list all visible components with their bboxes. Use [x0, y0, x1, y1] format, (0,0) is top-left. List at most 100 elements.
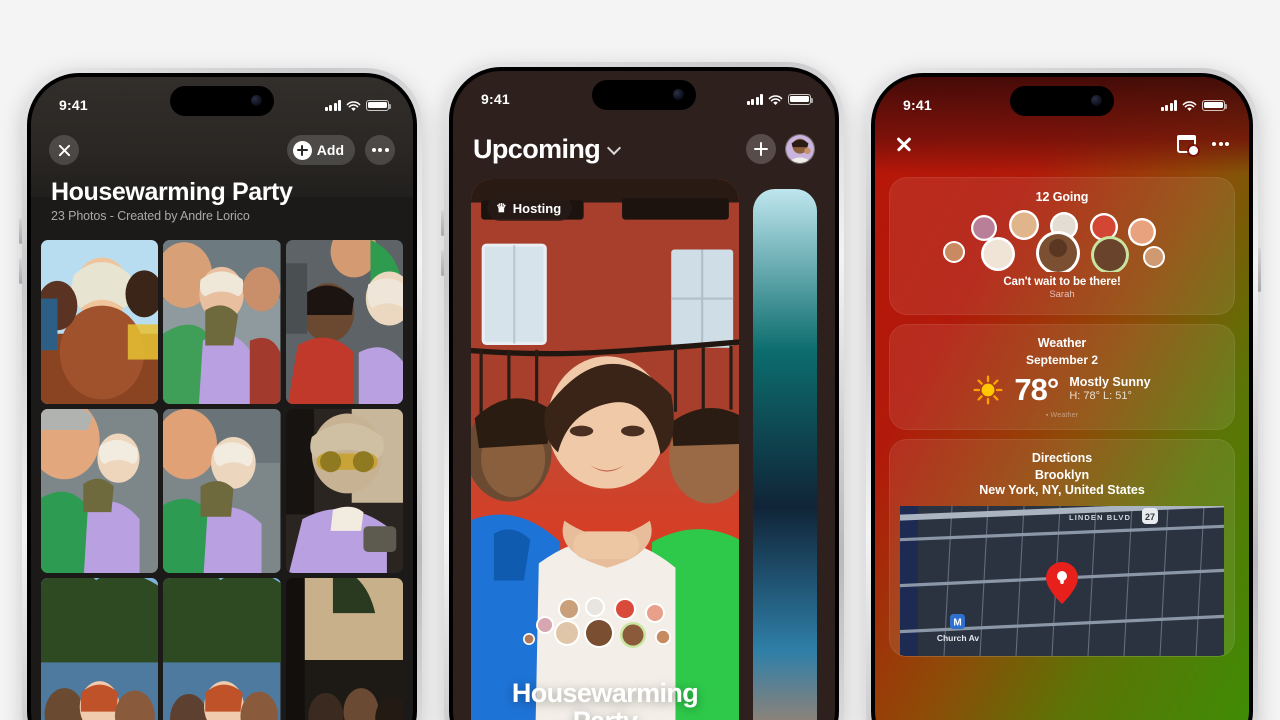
battery-icon [1202, 99, 1227, 111]
map-transit-label: Church Av [937, 633, 980, 643]
front-camera-icon [673, 89, 684, 100]
weather-heading: Weather [1037, 336, 1087, 350]
close-button[interactable] [49, 135, 79, 165]
phone-right-event-detail: 9:41 12 Going Can't wait to be there! Sa… [866, 68, 1261, 720]
add-photos-button[interactable]: Add [286, 135, 355, 165]
svg-text:M: M [953, 618, 961, 629]
dynamic-island [170, 86, 274, 116]
create-event-button[interactable] [746, 134, 776, 164]
event-card-next-preview[interactable] [753, 189, 817, 720]
phone-left-bezel: 9:41 Add Housewarming Party 23 Photos - … [27, 73, 417, 720]
sun-icon [973, 374, 1003, 405]
status-time: 9:41 [481, 91, 510, 107]
front-camera-icon [1091, 95, 1102, 106]
power-button[interactable] [1258, 248, 1261, 292]
hosting-badge: ♛ Hosting [487, 195, 573, 221]
album-photo-grid[interactable] [41, 240, 403, 720]
going-message: Can't wait to be there! [1003, 276, 1121, 288]
photo-thumbnail[interactable] [163, 409, 281, 573]
battery-icon [788, 93, 813, 105]
hosting-label: Hosting [512, 200, 562, 216]
signal-bars-icon [1160, 99, 1177, 111]
album-title-block: Housewarming Party 23 Photos - Created b… [51, 178, 393, 224]
page-title: Upcoming [473, 133, 601, 164]
album-subtitle: 23 Photos - Created by Andre Lorico [51, 209, 250, 223]
photo-thumbnail[interactable] [41, 409, 159, 573]
status-indicators [1160, 99, 1227, 112]
photo-thumbnail[interactable] [285, 240, 403, 404]
going-avatar-cluster[interactable] [900, 210, 1224, 275]
add-button-label: Add [316, 142, 344, 158]
upcoming-screen: 9:41 Upcoming ♛ Hosting Housewarming [453, 71, 835, 720]
upcoming-actions [746, 134, 815, 164]
svg-text:27: 27 [1145, 512, 1155, 522]
wifi-icon [768, 94, 783, 106]
wifi-icon [1182, 100, 1197, 112]
dynamic-island [592, 80, 696, 110]
volume-up-button[interactable] [19, 218, 22, 244]
directions-address: New York, NY, United States [979, 483, 1145, 497]
going-heading: 12 Going [1035, 190, 1089, 204]
front-camera-icon [251, 95, 262, 106]
event-carousel[interactable]: ♛ Hosting Housewarming [453, 179, 835, 720]
attendee-bubble-cluster[interactable] [523, 593, 691, 651]
event-detail-screen: 9:41 12 Going Can't wait to be there! Sa… [875, 77, 1249, 720]
photo-thumbnail[interactable] [285, 578, 403, 720]
photo-thumbnail[interactable] [163, 578, 281, 720]
event-card-housewarming[interactable]: ♛ Hosting Housewarming [471, 179, 739, 720]
plus-circle-icon [292, 140, 312, 160]
photo-thumbnail[interactable] [285, 409, 403, 573]
event-title-block: Housewarming Party Tue, September 2, 8:0… [471, 679, 739, 720]
directions-city: Brooklyn [1034, 468, 1090, 482]
detail-nav-bar [875, 127, 1249, 161]
profile-avatar[interactable] [785, 134, 815, 164]
crown-icon: ♛ [496, 201, 507, 215]
volume-up-button[interactable] [441, 210, 444, 236]
weather-temperature: 78° [1014, 372, 1059, 407]
weather-card[interactable]: Weather September 2 78° Mostly Sunny H: … [889, 324, 1235, 430]
dynamic-island [1010, 86, 1114, 116]
close-icon[interactable] [895, 135, 913, 153]
phone-right-bezel: 9:41 12 Going Can't wait to be there! Sa… [871, 73, 1253, 720]
going-card[interactable]: 12 Going Can't wait to be there! Sarah [889, 177, 1235, 315]
more-options-button[interactable] [365, 135, 395, 165]
weather-description: Mostly Sunny H: 78° L: 51° [1069, 375, 1150, 404]
ellipsis-icon [371, 148, 389, 152]
screenshot-stage: 9:41 Add Housewarming Party 23 Photos - … [0, 0, 1280, 720]
signal-bars-icon [324, 99, 341, 111]
event-title-line1: Housewarming [511, 677, 699, 708]
status-indicators [324, 99, 391, 112]
phone-middle-bezel: 9:41 Upcoming ♛ Hosting Housewarming [449, 67, 839, 720]
photo-thumbnail[interactable] [163, 240, 281, 404]
album-screen: 9:41 Add Housewarming Party 23 Photos - … [31, 77, 413, 720]
add-to-calendar-icon[interactable] [1176, 135, 1198, 155]
going-message-author: Sarah [1049, 289, 1075, 300]
album-nav-bar: Add [31, 129, 413, 171]
battery-icon [366, 99, 391, 111]
weather-date: September 2 [1025, 353, 1099, 367]
weather-reading-row: 78° Mostly Sunny H: 78° L: 51° [900, 374, 1224, 405]
status-time: 9:41 [59, 97, 88, 113]
photo-thumbnail[interactable] [41, 240, 159, 404]
volume-down-button[interactable] [19, 258, 22, 284]
album-title: Housewarming Party [51, 178, 293, 206]
weather-condition: Mostly Sunny [1069, 374, 1151, 389]
status-time: 9:41 [903, 97, 932, 113]
phone-left-album: 9:41 Add Housewarming Party 23 Photos - … [19, 68, 422, 720]
volume-down-button[interactable] [441, 250, 444, 276]
directions-heading: Directions [1031, 451, 1093, 465]
signal-bars-icon [746, 93, 763, 105]
upcoming-title-dropdown[interactable]: Upcoming [473, 134, 620, 165]
wifi-icon [346, 100, 361, 112]
weather-attribution: ▪ Weather [1045, 412, 1079, 419]
detail-cards-list: 12 Going Can't wait to be there! Sarah W… [889, 177, 1235, 720]
map-street-label: LINDEN BLVD [1069, 513, 1131, 522]
detail-nav-actions [1176, 135, 1229, 155]
map-preview[interactable]: 27 LINDEN BLVD M Church Av [900, 506, 1224, 656]
photo-thumbnail[interactable] [41, 578, 159, 720]
upcoming-header: Upcoming [453, 123, 835, 175]
chevron-down-icon [608, 143, 620, 155]
more-options-icon[interactable] [1212, 142, 1229, 146]
directions-card[interactable]: Directions Brooklyn New York, NY, United… [889, 439, 1235, 657]
weather-high-low: H: 78° L: 51° [1069, 390, 1132, 403]
